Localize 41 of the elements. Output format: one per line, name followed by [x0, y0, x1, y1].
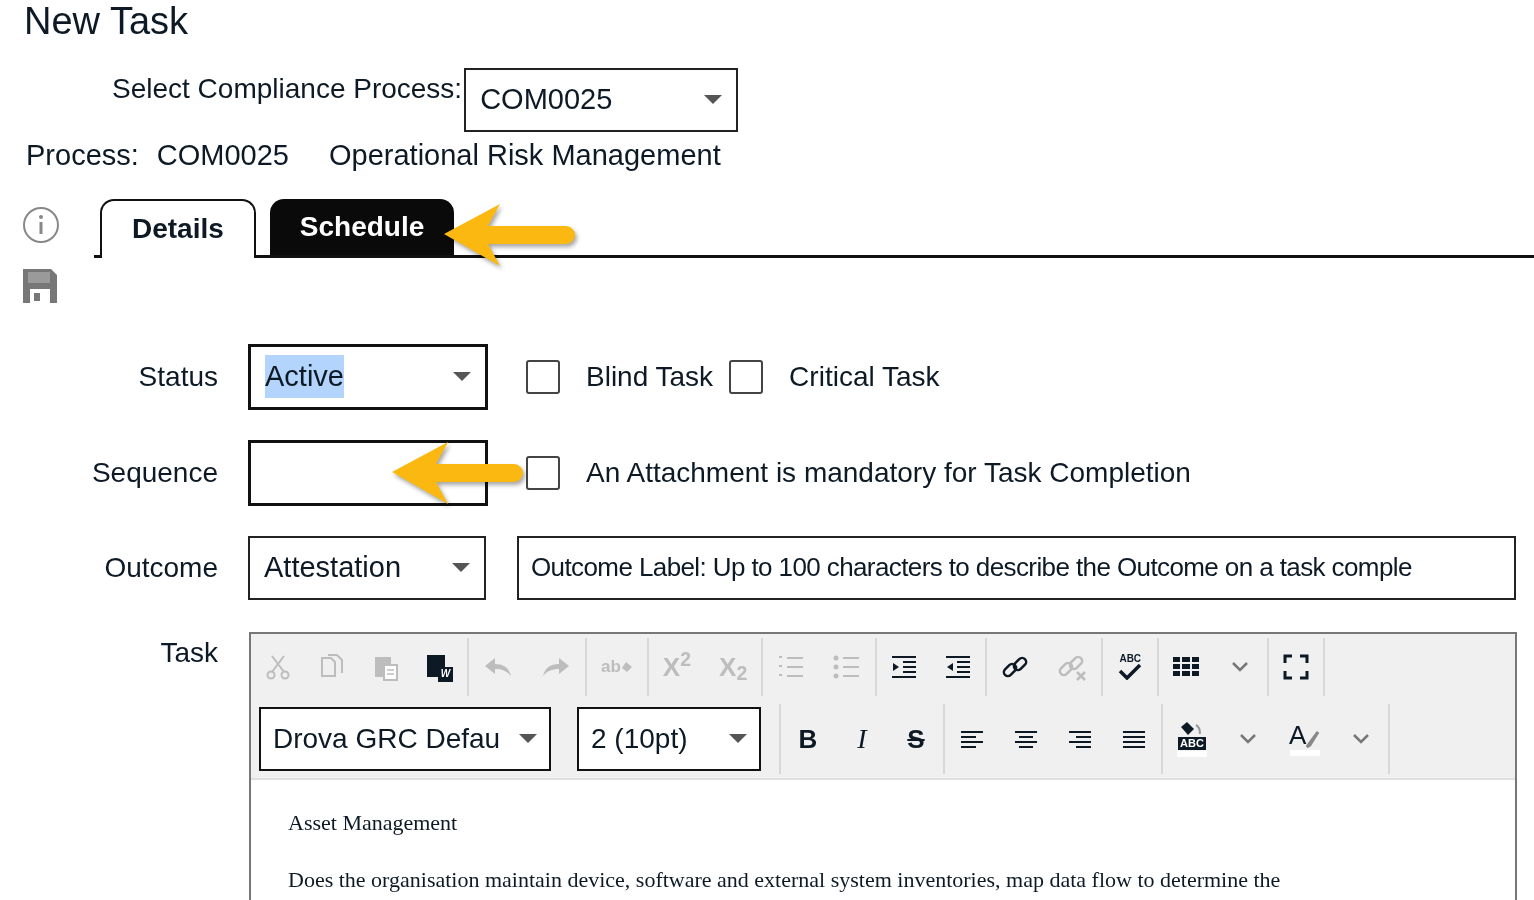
- caret-icon: [452, 562, 470, 573]
- field-label: Task: [159, 635, 218, 670]
- checkbox-label: Blind Task: [586, 359, 714, 394]
- tab[interactable]: Schedule: [269, 198, 455, 255]
- strikethrough-button[interactable]: S: [903, 718, 929, 759]
- field-label: Select Compliance Process:: [112, 72, 463, 106]
- highlight-color-button[interactable]: ABC: [1177, 718, 1207, 759]
- checkbox-label: An Attachment is mandatory for Task Completion: [586, 455, 1191, 490]
- outcome-label-field[interactable]: Outcome Label: Up to 100 characters to describe the Outcome on a task comple: [517, 535, 1516, 600]
- field-label: Status: [137, 359, 218, 394]
- bold-button[interactable]: B: [795, 718, 821, 759]
- check-icon: [1118, 663, 1143, 680]
- save-icon[interactable]: [22, 267, 58, 304]
- page-title: New Task: [23, 0, 190, 40]
- font-select[interactable]: Drova GRC Defau: [259, 706, 551, 771]
- caret-icon: [729, 733, 747, 744]
- checkbox[interactable]: [729, 359, 764, 394]
- paragraph: Does the organisation maintain device, software and external system inventories, map data flow to determine the: [288, 865, 1282, 894]
- checkbox[interactable]: [526, 455, 560, 490]
- text-color-button[interactable]: A: [1289, 718, 1321, 759]
- outcome-select[interactable]: Attestation: [248, 535, 486, 600]
- pencil-icon: [1306, 729, 1321, 748]
- caret-icon: [519, 733, 537, 744]
- field-label: Outcome: [103, 550, 218, 585]
- checkbox[interactable]: [526, 359, 560, 394]
- process-name: Operational Risk Management: [329, 138, 721, 173]
- spellcheck-button[interactable]: ABC: [1117, 646, 1144, 687]
- font-size-select[interactable]: 2 (10pt): [577, 706, 761, 771]
- field-label: Sequence: [90, 455, 218, 490]
- tab[interactable]: Details: [100, 198, 256, 258]
- process-code: COM0025: [156, 138, 289, 173]
- status-select[interactable]: Active: [248, 343, 488, 410]
- process-select[interactable]: COM0025: [464, 68, 739, 132]
- caret-icon: [453, 371, 471, 382]
- checkbox-label: Critical Task: [789, 359, 940, 394]
- sequence-field[interactable]: [248, 439, 488, 506]
- info-icon[interactable]: [22, 205, 60, 244]
- process-label: Process:: [26, 138, 139, 173]
- caret-icon: [704, 95, 723, 105]
- italic-button[interactable]: I: [849, 718, 875, 759]
- paragraph: Asset Management: [288, 808, 459, 837]
